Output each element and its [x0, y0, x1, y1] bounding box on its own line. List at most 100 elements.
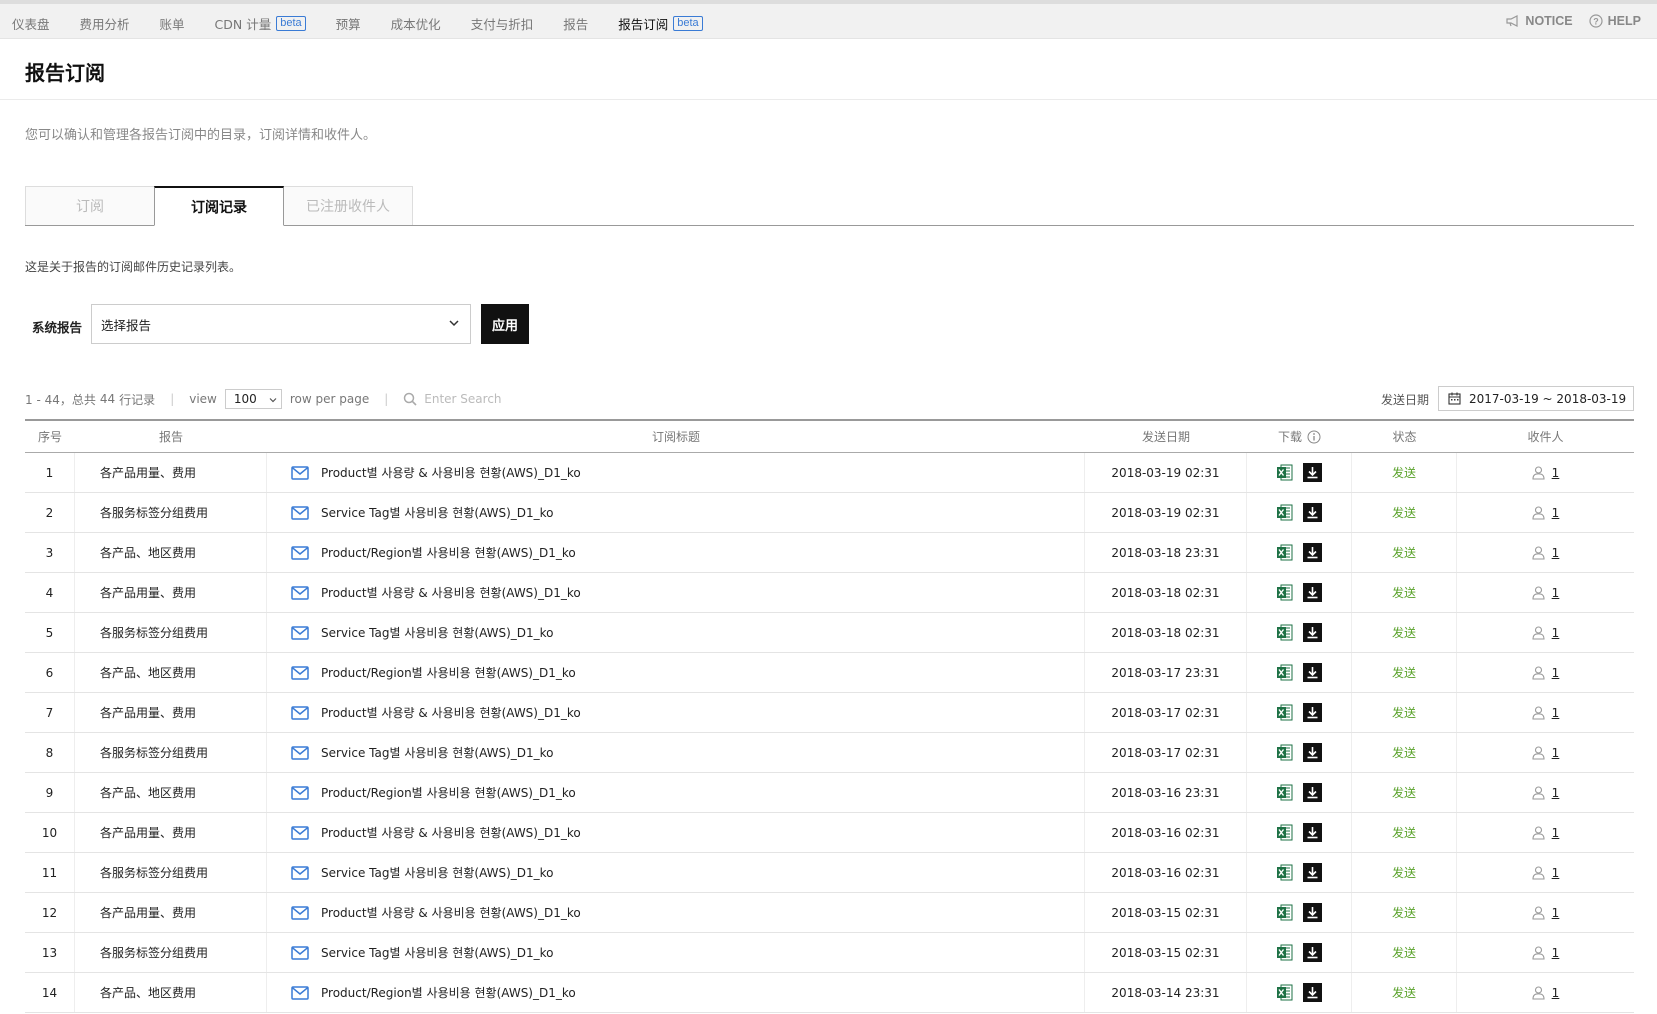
excel-icon[interactable] — [1276, 584, 1293, 601]
nav-item-budget[interactable]: 预算 — [336, 14, 361, 33]
nav-item-cost-analysis[interactable]: 费用分析 — [80, 14, 130, 33]
report-select[interactable]: 选择报告 — [91, 304, 471, 344]
date-range-picker[interactable]: 2017-03-19 ~ 2018-03-19 — [1438, 386, 1634, 411]
row-subject[interactable]: Product별 사용량 & 사용비용 현황(AWS)_D1_ko — [321, 584, 581, 601]
recipients-link[interactable]: 1 — [1532, 706, 1559, 720]
recipients-link[interactable]: 1 — [1532, 866, 1559, 880]
recipient-count: 1 — [1551, 665, 1560, 680]
status-badge: 发送 — [1391, 706, 1416, 720]
row-status-cell: 发送 — [1352, 853, 1457, 892]
row-download-cell — [1247, 653, 1352, 692]
row-subject[interactable]: Product/Region별 사용비용 현황(AWS)_D1_ko — [321, 784, 576, 801]
row-recipients-cell: 1 — [1457, 933, 1634, 972]
excel-icon[interactable] — [1276, 664, 1293, 681]
recipients-link[interactable]: 1 — [1532, 586, 1559, 600]
download-icon[interactable] — [1303, 823, 1322, 842]
recipients-link[interactable]: 1 — [1532, 665, 1560, 680]
download-icon[interactable] — [1303, 703, 1322, 722]
row-subject[interactable]: Service Tag별 사용비용 현황(AWS)_D1_ko — [321, 944, 554, 961]
nav-item-cdn-metering[interactable]: CDN 计量 beta — [215, 14, 306, 33]
row-subject[interactable]: Product별 사용량 & 사용비용 현황(AWS)_D1_ko — [321, 824, 581, 841]
excel-icon[interactable] — [1276, 864, 1293, 881]
excel-icon[interactable] — [1276, 464, 1293, 481]
recipients-link[interactable]: 1 — [1532, 506, 1559, 520]
excel-icon[interactable] — [1276, 704, 1293, 721]
excel-icon[interactable] — [1276, 984, 1293, 1001]
recipients-link[interactable]: 1 — [1532, 986, 1559, 1000]
row-date: 2018-03-18 23:31 — [1085, 533, 1247, 572]
download-icon[interactable] — [1303, 783, 1322, 802]
user-icon — [1532, 465, 1545, 480]
column-header-subject: 订阅标题 — [651, 430, 700, 444]
row-date: 2018-03-17 02:31 — [1085, 733, 1247, 772]
row-subject[interactable]: Product/Region별 사용비용 현황(AWS)_D1_ko — [321, 984, 576, 1001]
apply-button[interactable]: 应用 — [481, 304, 529, 344]
download-icon[interactable] — [1303, 623, 1322, 642]
download-icon[interactable] — [1303, 943, 1322, 962]
row-date: 2018-03-17 23:31 — [1085, 653, 1247, 692]
row-subject[interactable]: Service Tag별 사용비용 현황(AWS)_D1_ko — [321, 864, 554, 881]
nav-item-bills[interactable]: 账单 — [160, 14, 185, 33]
row-download-cell — [1247, 853, 1352, 892]
nav-item-cost-optimization[interactable]: 成本优化 — [391, 14, 441, 33]
help-link[interactable]: ? HELP — [1589, 14, 1641, 28]
recipients-link[interactable]: 1 — [1532, 906, 1559, 920]
nav-item-dashboard[interactable]: 仪表盘 — [12, 14, 50, 33]
nav-item-label: 报告 — [563, 17, 589, 32]
excel-icon[interactable] — [1276, 504, 1293, 521]
download-icon[interactable] — [1303, 983, 1322, 1002]
row-subject[interactable]: Product/Region별 사용비용 현황(AWS)_D1_ko — [321, 664, 576, 681]
download-icon[interactable] — [1303, 543, 1322, 562]
report-select-value: 选择报告 — [101, 317, 152, 333]
chevron-down-icon — [449, 320, 459, 327]
download-icon[interactable] — [1303, 663, 1322, 682]
search-placeholder: Enter Search — [424, 392, 502, 406]
search-field[interactable]: Enter Search — [403, 392, 502, 406]
excel-icon[interactable] — [1276, 784, 1293, 801]
status-badge: 发送 — [1391, 546, 1416, 560]
row-subject[interactable]: Product별 사용량 & 사용비용 현황(AWS)_D1_ko — [321, 904, 581, 921]
row-subject[interactable]: Service Tag별 사용비용 현황(AWS)_D1_ko — [321, 744, 554, 761]
row-subject[interactable]: Service Tag별 사용비용 현황(AWS)_D1_ko — [321, 504, 554, 521]
rows-per-page-select[interactable]: 100 — [224, 389, 282, 409]
download-icon[interactable] — [1303, 583, 1322, 602]
tab-subscription-history[interactable]: 订阅记录 — [154, 186, 284, 226]
tab-registered-recipients[interactable]: 已注册收件人 — [283, 186, 413, 226]
nav-item-report-subscription[interactable]: 报告订阅 beta — [618, 14, 703, 33]
excel-icon[interactable] — [1276, 824, 1293, 841]
row-subject[interactable]: Service Tag별 사용비용 현황(AWS)_D1_ko — [321, 624, 554, 641]
recipients-link[interactable]: 1 — [1532, 825, 1560, 840]
excel-icon[interactable] — [1276, 944, 1293, 961]
nav-item-reports[interactable]: 报告 — [563, 14, 588, 33]
row-download-cell — [1247, 453, 1352, 492]
excel-icon[interactable] — [1276, 904, 1293, 921]
download-icon[interactable] — [1303, 743, 1322, 762]
nav-item-payment-discount[interactable]: 支付与折扣 — [471, 14, 534, 33]
notice-link[interactable]: NOTICE — [1506, 14, 1573, 28]
table-row: 6 各产品、地区费用 Product/Region별 사용비용 현황(AWS)_… — [25, 653, 1634, 693]
download-icon[interactable] — [1303, 863, 1322, 882]
row-download-cell — [1247, 573, 1352, 612]
excel-icon[interactable] — [1276, 544, 1293, 561]
recipients-link[interactable]: 1 — [1532, 465, 1559, 480]
user-icon — [1532, 625, 1545, 640]
download-icon[interactable] — [1303, 903, 1322, 922]
info-icon[interactable] — [1307, 430, 1321, 444]
row-report: 各产品、地区费用 — [75, 973, 267, 1012]
recipients-link[interactable]: 1 — [1532, 946, 1559, 960]
row-subject[interactable]: Product별 사용량 & 사용비용 현황(AWS)_D1_ko — [321, 704, 581, 721]
excel-icon[interactable] — [1276, 744, 1293, 761]
recipients-link[interactable]: 1 — [1532, 546, 1559, 560]
row-subject[interactable]: Product/Region별 사용비용 현황(AWS)_D1_ko — [321, 544, 576, 561]
row-download-cell — [1247, 893, 1352, 932]
recipients-link[interactable]: 1 — [1532, 625, 1559, 640]
download-icon[interactable] — [1303, 503, 1322, 522]
mail-icon — [291, 625, 309, 640]
tab-subscriptions[interactable]: 订阅 — [25, 186, 155, 226]
excel-icon[interactable] — [1276, 624, 1293, 641]
recipients-link[interactable]: 1 — [1532, 786, 1559, 800]
recipients-link[interactable]: 1 — [1532, 746, 1559, 760]
recipient-count: 1 — [1551, 825, 1560, 840]
download-icon[interactable] — [1303, 463, 1322, 482]
row-subject[interactable]: Product별 사용량 & 사용비용 현황(AWS)_D1_ko — [321, 464, 581, 481]
